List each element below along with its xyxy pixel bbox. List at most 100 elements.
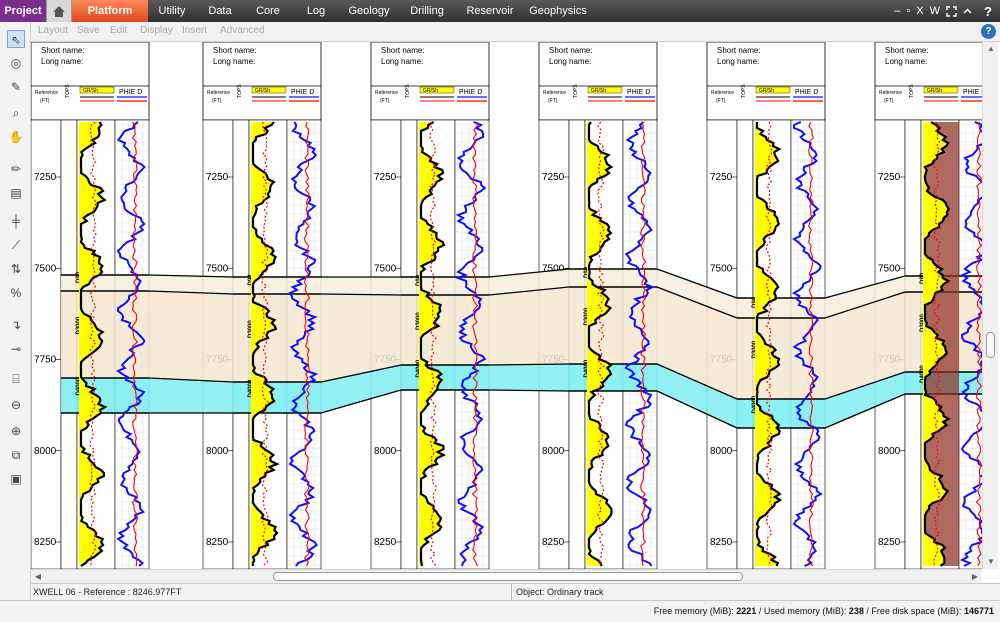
- phie-track-label: PHIE D: [963, 89, 982, 96]
- correlation-band-d4000[interactable]: [489, 364, 569, 391]
- depth-tick-label: 8000: [710, 446, 733, 457]
- application-window: Project Platform Utility Data Core Log G…: [0, 0, 1000, 622]
- scroll-down-icon[interactable]: ▼: [983, 555, 999, 569]
- display-button[interactable]: Display: [140, 25, 173, 36]
- long-name-label: Long name:: [717, 57, 759, 66]
- disk-space-label: / Free disk space (MiB):: [866, 606, 962, 616]
- crosshair-icon[interactable]: ⊕: [7, 422, 25, 440]
- zone-d90-fill[interactable]: [233, 277, 321, 294]
- flip-icon[interactable]: ⇅: [7, 260, 25, 278]
- free-memory-label: Free memory (MiB):: [653, 606, 734, 616]
- vertical-scrollbar[interactable]: ▲ ▼: [982, 42, 998, 569]
- marker-icon[interactable]: ↴: [7, 316, 25, 334]
- gr-track-label: GR/Sh: [423, 88, 438, 94]
- tops-track-label: TOPS: [909, 84, 915, 98]
- depth-tick-label: 7500: [374, 263, 397, 274]
- phie-track-label: PHIE D: [291, 89, 314, 96]
- restore-button[interactable]: ▫: [906, 5, 910, 17]
- pointer-icon[interactable]: ⇖: [7, 30, 25, 48]
- insert-button[interactable]: Insert: [182, 25, 207, 36]
- zone-d3000-fill[interactable]: [569, 287, 657, 364]
- depth-track[interactable]: [31, 119, 62, 569]
- add-track-icon[interactable]: ╪: [7, 212, 25, 230]
- tab-reservoir[interactable]: Reservoir: [456, 0, 524, 22]
- horizontal-scrollbar[interactable]: ◀ ▶: [31, 569, 982, 583]
- short-name-label: Short name:: [381, 46, 425, 55]
- correlation-band-d3000[interactable]: [489, 287, 569, 365]
- depth-tick-label: 7500: [34, 263, 57, 274]
- tab-data[interactable]: Data: [196, 0, 244, 22]
- depth-tick-label: 8250: [206, 537, 229, 548]
- reference-label: Reference: [879, 90, 902, 96]
- depth-tick-label: 8000: [34, 446, 57, 457]
- advanced-button[interactable]: Advanced: [220, 25, 264, 36]
- long-name-label: Long name:: [213, 57, 255, 66]
- help-menu[interactable]: ?: [984, 0, 992, 22]
- memory-bar: Free memory (MiB): 2221 / Used memory (M…: [0, 600, 1000, 622]
- scroll-left-icon[interactable]: ◀: [31, 570, 45, 584]
- ruler-icon[interactable]: ⟋: [7, 236, 25, 254]
- pan-hand-icon[interactable]: ✋: [7, 128, 25, 146]
- depth-tick-label: 7250: [878, 172, 901, 183]
- depth-tick-label: 8000: [542, 446, 565, 457]
- gr-track-label: GR/Sh: [591, 88, 606, 94]
- reference-unit-label: (FT): [212, 98, 222, 104]
- depth-tick-label: 7250: [206, 172, 229, 183]
- eraser-icon[interactable]: ✎: [7, 78, 25, 96]
- reference-label: Reference: [711, 90, 734, 96]
- tab-core[interactable]: Core: [244, 0, 292, 22]
- reference-unit-label: (FT): [716, 98, 726, 104]
- well-correlation-view[interactable]: Short name: Long name: Reference (FT) TOPS GR…: [31, 42, 982, 569]
- phie-track-label: PHIE D: [459, 89, 482, 96]
- short-name-label: Short name:: [885, 46, 929, 55]
- used-memory-value: 238: [848, 606, 864, 616]
- scroll-up-icon[interactable]: ▲: [983, 42, 999, 56]
- project-menu[interactable]: Project: [0, 0, 46, 22]
- status-bar: XWELL 06 - Reference : 8246.977FT Object…: [31, 583, 1000, 601]
- gr-track-label: GR/Sh: [255, 88, 270, 94]
- window-menu-button[interactable]: W: [930, 5, 940, 17]
- tab-geology[interactable]: Geology: [340, 0, 398, 22]
- help-icon[interactable]: ?: [981, 24, 996, 39]
- correlation-band-d3000[interactable]: [149, 291, 233, 382]
- target-icon[interactable]: ◎: [7, 54, 25, 72]
- edit-button[interactable]: Edit: [110, 25, 127, 36]
- correlation-band-d4000[interactable]: [149, 378, 233, 413]
- home-button[interactable]: [46, 0, 72, 22]
- page-icon[interactable]: ▣: [7, 470, 25, 488]
- correlation-band-d90[interactable]: [321, 277, 401, 295]
- zoom-icon[interactable]: ⌕: [7, 104, 25, 122]
- stack-icon[interactable]: ⧉: [7, 446, 25, 464]
- depth-tick-label: 8250: [710, 537, 733, 548]
- tab-geophysics[interactable]: Geophysics: [524, 0, 592, 22]
- line-icon[interactable]: ⊸: [7, 340, 25, 358]
- tab-log[interactable]: Log: [292, 0, 340, 22]
- object-status-cell: Object: Ordinary track: [511, 584, 604, 601]
- percent-icon[interactable]: %: [7, 284, 25, 302]
- short-name-label: Short name:: [717, 46, 761, 55]
- zone-d3000-fill[interactable]: [61, 291, 149, 378]
- collapse-ribbon-icon[interactable]: [963, 7, 972, 16]
- tab-platform[interactable]: Platform: [72, 0, 148, 22]
- align-icon[interactable]: ⌸: [7, 370, 25, 388]
- zone-d3000-fill[interactable]: [233, 294, 321, 382]
- close-button[interactable]: X: [916, 5, 923, 17]
- phie-track-label: PHIE D: [119, 89, 142, 96]
- document-icon[interactable]: ▤: [7, 184, 25, 202]
- minimize-button[interactable]: –: [894, 5, 900, 17]
- pencil-icon[interactable]: ✏: [7, 160, 25, 178]
- short-name-label: Short name:: [213, 46, 257, 55]
- tab-drilling[interactable]: Drilling: [398, 0, 456, 22]
- layout-button[interactable]: Layout: [38, 25, 68, 36]
- scroll-right-icon[interactable]: ▶: [968, 570, 982, 584]
- depth-tick-label: 7500: [206, 263, 229, 274]
- horizontal-scroll-thumb[interactable]: [273, 572, 743, 581]
- correlation-canvas[interactable]: Short name: Long name: Reference (FT) TOPS GR…: [31, 42, 982, 569]
- fullscreen-icon[interactable]: [946, 5, 957, 17]
- tab-utility[interactable]: Utility: [148, 0, 196, 22]
- depth-tick-label: 8250: [374, 537, 397, 548]
- center-icon[interactable]: ⊖: [7, 396, 25, 414]
- vertical-scroll-thumb[interactable]: [986, 332, 995, 358]
- save-button[interactable]: Save: [77, 25, 100, 36]
- gr-track-label: GR/Sh: [927, 88, 942, 94]
